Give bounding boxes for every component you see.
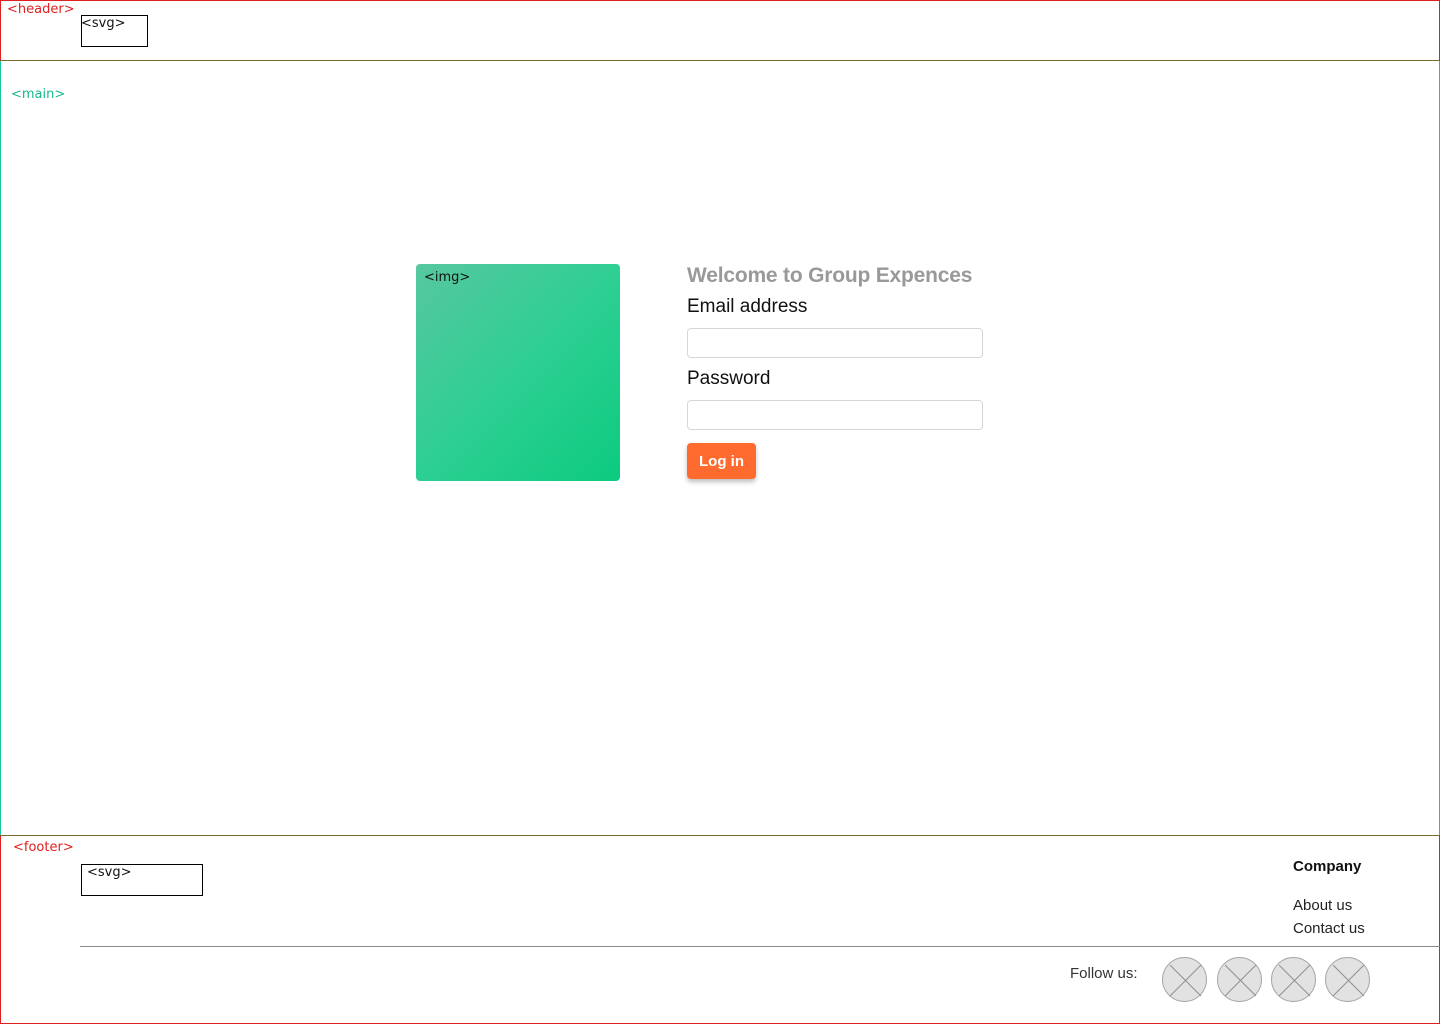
company-heading: Company <box>1293 858 1362 875</box>
hero-image-label: <img> <box>424 270 471 285</box>
footer-logo[interactable]: <svg> <box>81 864 203 896</box>
page-header: <header> <svg> <box>0 0 1440 61</box>
footer-tag-label: <footer> <box>13 840 74 855</box>
password-field[interactable] <box>687 400 983 430</box>
header-tag-label: <header> <box>7 2 75 17</box>
about-us-link[interactable]: About us <box>1293 897 1365 914</box>
header-logo-label: <svg> <box>81 16 126 31</box>
social-icon-2[interactable] <box>1217 957 1262 1002</box>
login-button[interactable]: Log in <box>687 443 756 479</box>
footer-divider <box>80 946 1440 947</box>
follow-us-label: Follow us: <box>1070 965 1138 982</box>
main-content: <main> <img> Welcome to Group Expences E… <box>0 61 1440 835</box>
page-footer: <footer> <svg> Company About us Contact … <box>0 835 1440 1024</box>
company-links: Company About us Contact us <box>1293 858 1365 937</box>
main-tag-label: <main> <box>11 87 66 102</box>
contact-us-link[interactable]: Contact us <box>1293 920 1365 937</box>
header-logo[interactable]: <svg> <box>81 15 148 47</box>
social-icon-3[interactable] <box>1271 957 1316 1002</box>
email-label: Email address <box>687 296 808 317</box>
password-label: Password <box>687 368 771 389</box>
login-title: Welcome to Group Expences <box>687 264 973 287</box>
hero-image: <img> <box>416 264 620 481</box>
login-form: Welcome to Group Expences Email address … <box>687 264 983 479</box>
footer-logo-label: <svg> <box>87 865 132 880</box>
social-icon-1[interactable] <box>1162 957 1207 1002</box>
email-field[interactable] <box>687 328 983 358</box>
social-icon-4[interactable] <box>1325 957 1370 1002</box>
